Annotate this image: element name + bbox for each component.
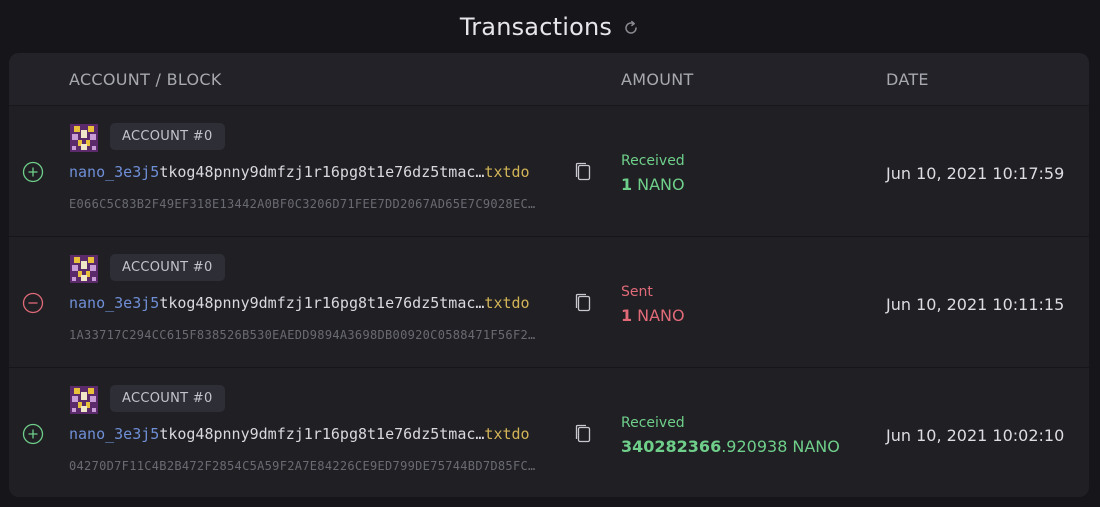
transaction-date: Jun 10, 2021 10:11:15 — [886, 295, 1065, 314]
transaction-type: Sent — [621, 284, 653, 300]
amount-unit: NANO — [792, 437, 840, 456]
table-row[interactable]: ACCOUNT #0 nano_3e3j5tkog48pnny9dmfzj1r1… — [9, 106, 1089, 236]
transaction-amount: 1 NANO — [621, 175, 685, 194]
account-address[interactable]: nano_3e3j5tkog48pnny9dmfzj1r16pg8t1e76dz… — [69, 425, 530, 443]
amount-unit: NANO — [637, 175, 685, 194]
table-header: ACCOUNT / BLOCK AMOUNT DATE — [9, 53, 1089, 106]
plus-circle-icon — [22, 161, 44, 183]
plus-circle-icon — [22, 423, 44, 445]
account-badge[interactable]: ACCOUNT #0 — [110, 123, 225, 150]
column-header-account-block: ACCOUNT / BLOCK — [69, 70, 222, 89]
transaction-type: Received — [621, 153, 685, 169]
copy-icon[interactable] — [574, 424, 592, 444]
column-header-amount: AMOUNT — [621, 70, 694, 89]
address-suffix: txtdo — [484, 425, 530, 443]
column-header-date: DATE — [886, 70, 929, 89]
page-title: Transactions — [459, 12, 613, 41]
account-address[interactable]: nano_3e3j5tkog48pnny9dmfzj1r16pg8t1e76dz… — [69, 294, 530, 312]
address-prefix: nano_3e3j5 — [69, 425, 160, 443]
address-suffix: txtdo — [484, 294, 530, 312]
account-badge[interactable]: ACCOUNT #0 — [110, 254, 225, 281]
address-middle: tkog48pnny9dmfzj1r16pg8t1e76dz5tmac… — [159, 294, 485, 312]
transaction-amount: 340282366.920938 NANO — [621, 437, 840, 456]
copy-icon[interactable] — [574, 293, 592, 313]
transaction-amount: 1 NANO — [621, 306, 685, 325]
amount-integer: 1 — [621, 306, 633, 325]
transaction-date: Jun 10, 2021 10:02:10 — [886, 426, 1065, 445]
refresh-icon[interactable] — [622, 19, 640, 37]
block-hash[interactable]: E066C5C83B2F49EF318E13442A0BF0C3206D71FE… — [69, 197, 536, 211]
account-avatar-icon — [70, 386, 98, 414]
block-hash[interactable]: 04270D7F11C4B2B472F2854C5A59F2A7E84226CE… — [69, 459, 536, 473]
copy-icon[interactable] — [574, 162, 592, 182]
account-avatar-icon — [70, 255, 98, 283]
address-prefix: nano_3e3j5 — [69, 294, 160, 312]
amount-integer: 1 — [621, 175, 633, 194]
minus-circle-icon — [22, 292, 44, 314]
table-row[interactable]: ACCOUNT #0 nano_3e3j5tkog48pnny9dmfzj1r1… — [9, 368, 1089, 497]
account-address[interactable]: nano_3e3j5tkog48pnny9dmfzj1r16pg8t1e76dz… — [69, 163, 530, 181]
account-badge[interactable]: ACCOUNT #0 — [110, 385, 225, 412]
account-avatar-icon — [70, 124, 98, 152]
table-row[interactable]: ACCOUNT #0 nano_3e3j5tkog48pnny9dmfzj1r1… — [9, 237, 1089, 367]
address-prefix: nano_3e3j5 — [69, 163, 160, 181]
address-suffix: txtdo — [484, 163, 530, 181]
amount-unit: NANO — [637, 306, 685, 325]
address-middle: tkog48pnny9dmfzj1r16pg8t1e76dz5tmac… — [159, 163, 485, 181]
transactions-page: Transactions ACCOUNT / BLOCK AMOUNT DATE — [0, 0, 1100, 507]
title-bar: Transactions — [0, 0, 1100, 53]
transaction-type: Received — [621, 415, 685, 431]
transaction-date: Jun 10, 2021 10:17:59 — [886, 164, 1065, 183]
transactions-table: ACCOUNT / BLOCK AMOUNT DATE ACCOUNT #0 n… — [9, 53, 1089, 497]
address-middle: tkog48pnny9dmfzj1r16pg8t1e76dz5tmac… — [159, 425, 485, 443]
amount-integer: 340282366 — [621, 437, 722, 456]
block-hash[interactable]: 1A33717C294CC615F838526B530EAEDD9894A369… — [69, 328, 536, 342]
amount-fraction: .920938 — [721, 437, 788, 456]
